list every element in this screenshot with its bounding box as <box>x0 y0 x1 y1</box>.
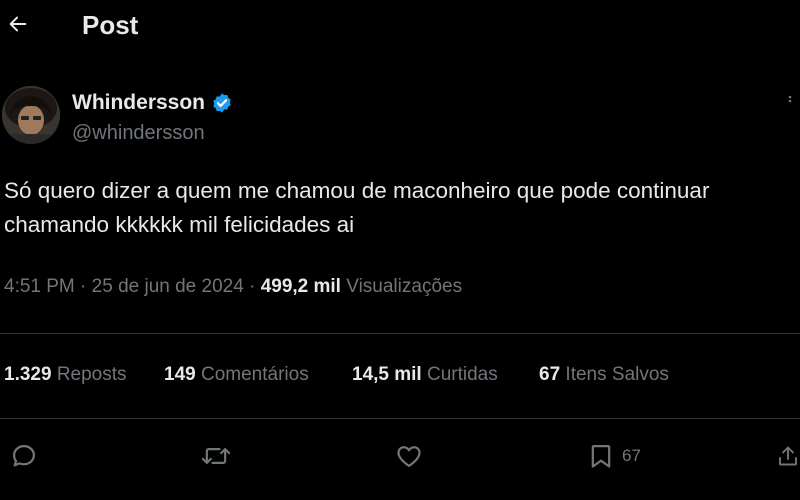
avatar-image <box>2 86 60 144</box>
stat-label: Curtidas <box>427 364 498 385</box>
bookmark-count: 67 <box>622 446 641 465</box>
stat-label: Itens Salvos <box>565 364 669 385</box>
share-icon <box>779 446 797 466</box>
stat-count: 1.329 <box>4 364 52 385</box>
tweet-text: Só quero dizer a quem me chamou de macon… <box>4 178 710 237</box>
like-icon <box>397 446 421 468</box>
verified-badge-icon <box>213 93 231 113</box>
reply-button[interactable] <box>10 436 38 476</box>
tweet-date[interactable]: 25 de jun de 2024 <box>92 276 244 297</box>
repost-button[interactable] <box>200 436 232 476</box>
divider <box>0 333 800 334</box>
stat-comments[interactable]: 149 Comentários <box>164 364 309 386</box>
display-name[interactable]: Whindersson <box>72 91 205 115</box>
stat-label: Reposts <box>56 364 127 385</box>
stat-reposts[interactable]: 1.329 Reposts <box>4 364 127 386</box>
views-count: 499,2 mil <box>260 276 341 297</box>
meta-separator: · <box>249 276 256 297</box>
repost-icon <box>201 448 231 464</box>
page-title: Post <box>82 10 139 40</box>
stat-count: 14,5 mil <box>352 364 422 385</box>
back-arrow-icon <box>9 16 27 32</box>
share-button[interactable] <box>776 436 800 476</box>
author-row: Whindersson @whindersson <box>0 84 800 154</box>
stat-likes[interactable]: 14,5 mil Curtidas <box>352 364 498 386</box>
action-bar: 67 <box>0 436 800 476</box>
like-button[interactable] <box>395 436 423 476</box>
more-button[interactable] <box>782 92 798 110</box>
divider <box>0 418 800 419</box>
tweet-meta: 4:51 PM · 25 de jun de 2024 · 499,2 mil … <box>4 276 462 298</box>
display-name-row: Whindersson <box>72 91 233 115</box>
stat-count: 149 <box>164 364 196 385</box>
avatar[interactable] <box>2 86 60 144</box>
page-header: Post <box>0 0 800 52</box>
tweet-time[interactable]: 4:51 PM <box>4 276 75 297</box>
bookmark-icon <box>591 444 611 468</box>
stat-label: Comentários <box>200 364 309 385</box>
stat-count: 67 <box>539 364 561 385</box>
handle[interactable]: @whindersson <box>72 122 205 145</box>
views-label: Visualizações <box>346 276 463 297</box>
more-icon <box>788 95 792 103</box>
meta-separator: · <box>80 276 87 297</box>
back-button[interactable] <box>4 10 32 38</box>
bookmark-button[interactable]: 67 <box>588 436 641 476</box>
stat-bookmarks[interactable]: 67 Itens Salvos <box>539 364 669 386</box>
reply-icon <box>12 444 36 467</box>
